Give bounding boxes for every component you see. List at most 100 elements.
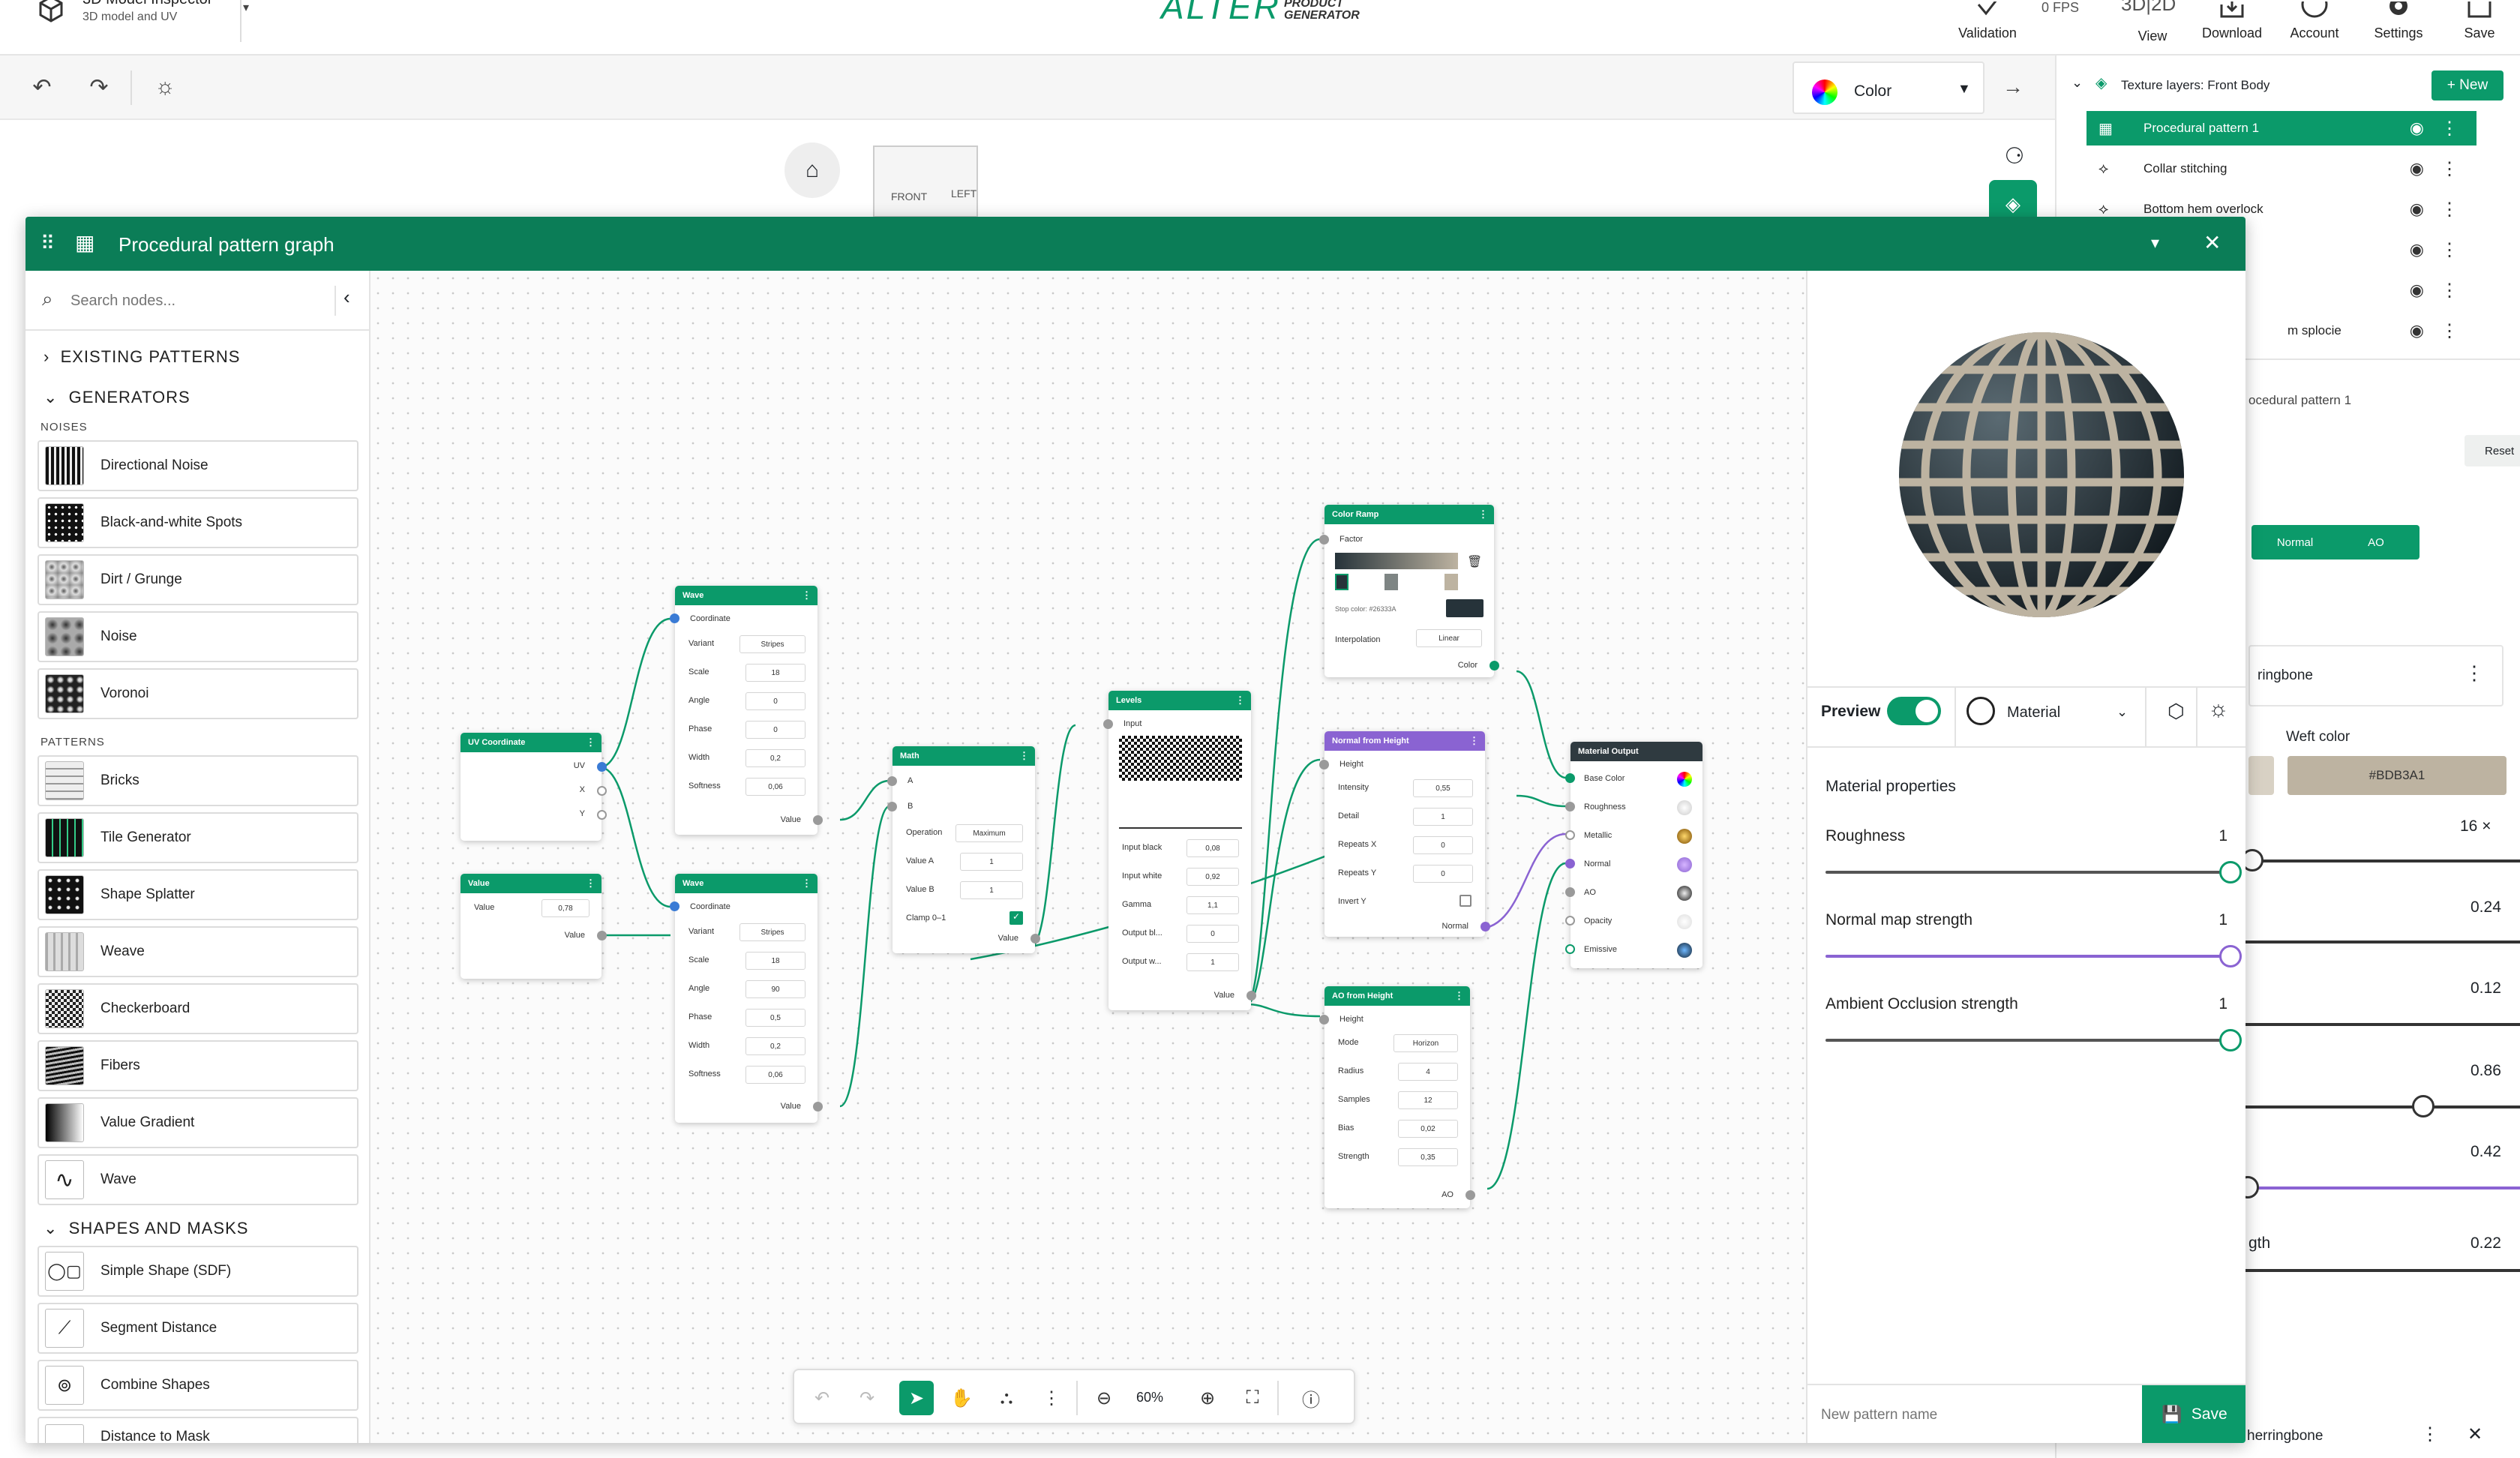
kebab-icon[interactable]: ⋮ — [2440, 280, 2458, 302]
undo-icon[interactable]: ↶ — [27, 72, 57, 102]
pan-tool-icon[interactable]: ✋ — [944, 1381, 979, 1415]
kebab-icon[interactable]: ⋮ — [2440, 239, 2458, 261]
layer-procedural-pattern-1[interactable]: ▦ Procedural pattern 1 ◉ ⋮ — [2086, 111, 2476, 146]
kebab-icon[interactable]: ⋮ — [2464, 662, 2484, 685]
color-mode-select[interactable]: Color ▼ — [1792, 62, 1984, 114]
node-simple-shape[interactable]: ◯▢ Simple Shape (SDF) — [38, 1246, 358, 1297]
input-socket[interactable] — [1103, 719, 1113, 729]
save-pattern-button[interactable]: 💾 Save — [2142, 1385, 2246, 1443]
node-distance-to-mask[interactable]: Distance to Mask — [38, 1417, 358, 1443]
fit-view-icon[interactable]: ⛶ — [1235, 1381, 1270, 1415]
select-tool-icon[interactable]: ➤ — [899, 1381, 934, 1415]
viewport-side-tool[interactable]: ⚆ — [1992, 134, 2037, 178]
normal-output-socket[interactable] — [1480, 922, 1490, 932]
graph-node-normal-from-height[interactable]: Normal from Height ⋮ Height Intensity 0,55… — [1319, 731, 1490, 937]
x-output-socket[interactable] — [597, 786, 607, 796]
node-weave[interactable]: Weave — [38, 926, 358, 977]
kebab-icon[interactable]: ⋮ — [2440, 118, 2458, 140]
roughness-slider[interactable] — [1826, 871, 2230, 874]
section-generators[interactable]: ⌄ GENERATORS — [44, 388, 190, 407]
view-button[interactable]: View — [2115, 28, 2190, 44]
node-noise[interactable]: Noise — [38, 611, 358, 662]
node-bw-spots[interactable]: Black-and-white Spots — [38, 497, 358, 548]
validation-button[interactable]: Validation — [1950, 2, 2025, 41]
kebab-icon[interactable]: ⋮ — [2440, 158, 2458, 180]
connect-tool-icon[interactable]: ⛬ — [989, 1381, 1024, 1415]
wave-output-socket[interactable] — [813, 815, 823, 825]
view-mode-toggle[interactable]: 3D|2D — [2121, 0, 2176, 16]
uv-output-socket[interactable] — [597, 762, 607, 772]
new-pattern-name-input[interactable] — [1821, 1396, 2121, 1435]
eye-icon[interactable]: ◉ — [2410, 200, 2424, 219]
math-output-socket[interactable] — [1030, 934, 1040, 944]
b-input-socket[interactable] — [887, 802, 897, 812]
graph-node-math[interactable]: Math ⋮ A B Operation Maximum Value A1 Valu… — [887, 746, 1040, 953]
chevron-down-icon[interactable]: ▾ — [2151, 233, 2159, 253]
herringbone-item[interactable]: herringbone ⋮ ✕ — [2244, 1413, 2520, 1458]
ramp-stop[interactable] — [1444, 574, 1458, 590]
value-field[interactable]: 0,78 — [542, 899, 590, 917]
slider-knob[interactable] — [2412, 1095, 2434, 1118]
interpolation-select[interactable]: Linear — [1416, 629, 1482, 647]
node-combine-shapes[interactable]: ⊚ Combine Shapes — [38, 1360, 358, 1411]
eye-icon[interactable]: ◉ — [2410, 240, 2424, 260]
coordinate-input-socket[interactable] — [670, 902, 680, 911]
node-shape-splatter[interactable]: Shape Splatter — [38, 869, 358, 920]
height-input-socket[interactable] — [1319, 760, 1329, 770]
lighting-icon[interactable]: ☼ — [2208, 697, 2229, 722]
close-icon[interactable]: ✕ — [2468, 1424, 2482, 1445]
eye-icon[interactable]: ◉ — [2410, 280, 2424, 300]
graph-node-material-output[interactable]: Material Output Base Color Roughness Met… — [1565, 742, 1702, 968]
cube-view-icon[interactable]: ⬡ — [2168, 700, 2185, 723]
node-bricks[interactable]: Bricks — [38, 755, 358, 806]
collapse-icon[interactable]: ⌄ — [2072, 75, 2083, 91]
roughness-slider-knob[interactable] — [2219, 861, 2242, 884]
levels-output-socket[interactable] — [1246, 991, 1256, 1000]
drag-handle-icon[interactable]: ⠿ — [40, 232, 55, 255]
opacity-socket[interactable] — [1565, 916, 1575, 926]
node-graph-canvas[interactable]: UV Coordinate ⋮ UV X Y Value ⋮ Value 0,78 V… — [370, 271, 1806, 1443]
node-checkerboard[interactable]: Checkerboard — [38, 983, 358, 1034]
view-cube[interactable]: FRONT LEFT — [873, 146, 978, 218]
wave-output-socket[interactable] — [813, 1102, 823, 1112]
section-existing-patterns[interactable]: › EXISTING PATTERNS — [44, 347, 240, 367]
invert-y-checkbox[interactable] — [1460, 895, 1472, 907]
graph-node-levels[interactable]: Levels ⋮ Input Input black 0,08 Input whit… — [1103, 691, 1256, 1010]
tab-normal[interactable]: Normal — [2252, 525, 2338, 560]
node-directional-noise[interactable]: Directional Noise — [38, 440, 358, 491]
clamp-checkbox[interactable]: ✓ — [1010, 911, 1023, 925]
download-button[interactable]: Download — [2194, 2, 2270, 41]
reset-button[interactable]: Reset↺ — [2464, 435, 2520, 466]
ramp-stop[interactable] — [1384, 574, 1398, 590]
tab-ao[interactable]: AO — [2332, 525, 2420, 560]
graph-node-value[interactable]: Value ⋮ Value 0,78 Value — [460, 874, 607, 979]
preview-toggle[interactable] — [1887, 697, 1941, 725]
stop-color-swatch[interactable] — [1446, 599, 1484, 617]
eye-icon[interactable]: ◉ — [2410, 159, 2424, 178]
undo-icon[interactable]: ↶ — [805, 1381, 839, 1415]
normal-strength-slider-knob[interactable] — [2219, 945, 2242, 968]
material-select[interactable]: Material ⌄ — [1966, 695, 2132, 728]
zoom-out-icon[interactable]: ⊖ — [1087, 1381, 1121, 1415]
roughness-socket[interactable] — [1565, 802, 1575, 812]
graph-node-ao-from-height[interactable]: AO from Height ⋮ Height Mode Horizon Radiu… — [1319, 986, 1475, 1208]
base-color-socket[interactable] — [1565, 773, 1575, 783]
graph-node-uv-coordinate[interactable]: UV Coordinate ⋮ UV X Y — [460, 733, 607, 841]
kebab-icon[interactable]: ⋮ — [2440, 199, 2458, 220]
ao-strength-slider-knob[interactable] — [2219, 1029, 2242, 1052]
section-shapes-masks[interactable]: ⌄ SHAPES AND MASKS — [44, 1219, 248, 1238]
ramp-stop[interactable] — [1335, 574, 1348, 590]
node-fibers[interactable]: Fibers — [38, 1040, 358, 1091]
layer-collar-stitching[interactable]: ⟡ Collar stitching ◉ ⋮ — [2086, 152, 2476, 186]
arrow-right-icon[interactable]: → — [1998, 72, 2028, 102]
factor-input-socket[interactable] — [1319, 535, 1329, 544]
height-input-socket[interactable] — [1319, 1015, 1329, 1024]
model-inspector-selector[interactable]: 3D Model Inspector 3D model and UV ▾ — [30, 0, 270, 30]
normal-socket[interactable] — [1565, 859, 1575, 868]
ao-output-socket[interactable] — [1466, 1190, 1475, 1200]
ramp-gradient[interactable] — [1335, 553, 1458, 569]
new-layer-button[interactable]: + New — [2432, 70, 2504, 100]
kebab-icon[interactable]: ⋮ — [2421, 1424, 2439, 1445]
node-segment-distance[interactable]: ⟋ Segment Distance — [38, 1303, 358, 1354]
settings-button[interactable]: Settings — [2361, 2, 2436, 41]
